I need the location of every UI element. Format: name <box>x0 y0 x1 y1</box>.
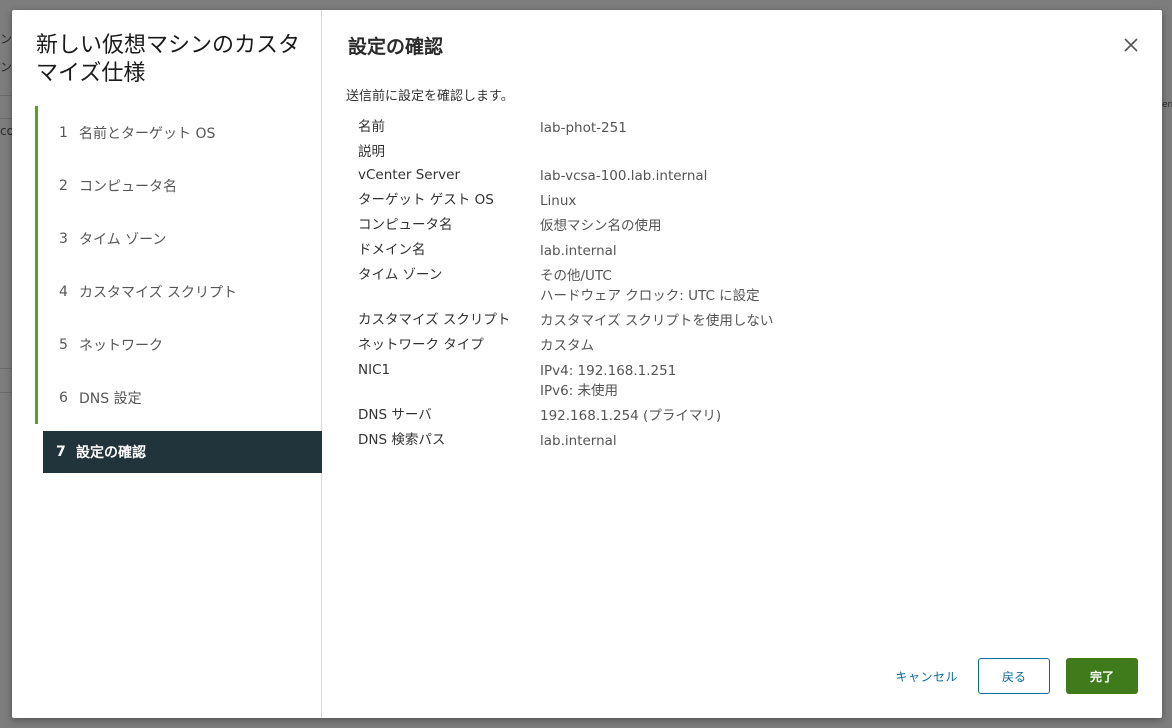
step-label: 名前とターゲット OS <box>79 125 216 142</box>
step-name-target-os[interactable]: 1 名前とターゲット OS <box>35 106 322 159</box>
dialog-footer: キャンセル 戻る 完了 <box>895 658 1138 694</box>
back-button[interactable]: 戻る <box>978 658 1050 694</box>
step-review-settings[interactable]: 7 設定の確認 <box>43 431 322 473</box>
summary-row-description: 説明 <box>358 143 1058 161</box>
summary-value: カスタム <box>540 336 1058 356</box>
value-line: IPv4: 192.168.1.251 <box>540 363 677 379</box>
background-fragment: ン <box>0 32 13 46</box>
summary-row-computer-name: コンピュータ名 仮想マシン名の使用 <box>358 216 1058 236</box>
value-line: Linux <box>540 193 577 209</box>
summary-value: IPv4: 192.168.1.251 IPv6: 未使用 <box>540 361 1058 401</box>
background-divider <box>0 95 12 96</box>
step-time-zone[interactable]: 3 タイム ゾーン <box>35 212 322 265</box>
summary-row-nic1: NIC1 IPv4: 192.168.1.251 IPv6: 未使用 <box>358 361 1058 401</box>
summary-value: カスタマイズ スクリプトを使用しない <box>540 311 1058 331</box>
summary-row-network-type: ネットワーク タイプ カスタム <box>358 336 1058 356</box>
summary-value: lab-phot-251 <box>540 118 1058 138</box>
summary-key: ネットワーク タイプ <box>358 337 484 353</box>
step-label: カスタマイズ スクリプト <box>79 284 238 301</box>
value-line: lab-vcsa-100.lab.internal <box>540 168 708 184</box>
step-number: 2 <box>59 177 68 194</box>
summary-row-name: 名前 lab-phot-251 <box>358 118 1058 138</box>
summary-value: Linux <box>540 191 1058 211</box>
value-line: その他/UTC <box>540 268 612 284</box>
step-number: 7 <box>56 444 66 460</box>
summary-row-script: カスタマイズ スクリプト カスタマイズ スクリプトを使用しない <box>358 311 1058 331</box>
summary-key: 名前 <box>358 119 385 135</box>
step-computer-name[interactable]: 2 コンピュータ名 <box>35 159 322 212</box>
step-number: 4 <box>59 283 68 300</box>
summary-key: コンピュータ名 <box>358 217 453 233</box>
step-number: 1 <box>59 124 68 141</box>
step-label: タイム ゾーン <box>79 231 167 248</box>
step-label: DNS 設定 <box>79 390 142 407</box>
value-line: カスタマイズ スクリプトを使用しない <box>540 313 774 329</box>
background-fragment: ン <box>0 60 13 74</box>
customization-wizard-dialog: 新しい仮想マシンのカスタマイズ仕様 1 名前とターゲット OS 2 コンピュータ… <box>12 10 1162 718</box>
value-line: ハードウェア クロック: UTC に設定 <box>540 288 760 304</box>
finish-button[interactable]: 完了 <box>1066 658 1138 694</box>
wizard-title: 新しい仮想マシンのカスタマイズ仕様 <box>36 33 301 86</box>
summary-key: 説明 <box>358 144 385 160</box>
step-network[interactable]: 5 ネットワーク <box>35 318 322 371</box>
background-divider <box>0 368 12 369</box>
summary-row-domain: ドメイン名 lab.internal <box>358 241 1058 261</box>
value-line: 仮想マシン名の使用 <box>540 218 662 234</box>
settings-summary: 名前 lab-phot-251 説明 vCenter Server lab-vc… <box>358 118 1058 456</box>
summary-row-dns-server: DNS サーバ 192.168.1.254 (プライマリ) <box>358 406 1058 426</box>
summary-row-guest-os: ターゲット ゲスト OS Linux <box>358 191 1058 211</box>
step-customization-script[interactable]: 4 カスタマイズ スクリプト <box>35 265 322 318</box>
value-line: lab.internal <box>540 243 617 259</box>
value-line: lab.internal <box>540 433 617 449</box>
summary-value: その他/UTC ハードウェア クロック: UTC に設定 <box>540 266 1058 306</box>
step-label: 設定の確認 <box>76 445 146 461</box>
step-number: 5 <box>59 336 68 353</box>
summary-key: ターゲット ゲスト OS <box>358 192 494 208</box>
summary-key: タイム ゾーン <box>358 267 443 283</box>
background-divider <box>0 118 12 119</box>
cancel-button[interactable]: キャンセル <box>895 668 958 685</box>
step-number: 6 <box>59 389 68 406</box>
review-panel: 設定の確認 送信前に設定を確認します。 名前 lab-phot-251 説明 v… <box>322 10 1162 718</box>
summary-row-dns-search-path: DNS 検索パス lab.internal <box>358 431 1058 451</box>
value-line: lab-phot-251 <box>540 120 627 136</box>
summary-value <box>540 143 1058 161</box>
summary-value: 仮想マシン名の使用 <box>540 216 1058 236</box>
step-list: 1 名前とターゲット OS 2 コンピュータ名 3 タイム ゾーン 4 カスタマ… <box>35 106 322 473</box>
page-title: 設定の確認 <box>348 36 444 58</box>
step-label: コンピュータ名 <box>79 178 177 195</box>
intro-text: 送信前に設定を確認します。 <box>346 89 514 104</box>
summary-value: lab-vcsa-100.lab.internal <box>540 166 1058 186</box>
summary-key: vCenter Server <box>358 167 460 183</box>
close-icon <box>1124 38 1138 52</box>
step-dns-settings[interactable]: 6 DNS 設定 <box>35 371 322 424</box>
value-line: IPv6: 未使用 <box>540 383 619 399</box>
summary-key: カスタマイズ スクリプト <box>358 312 511 328</box>
value-line: 192.168.1.254 (プライマリ) <box>540 408 722 424</box>
value-line: カスタム <box>540 338 594 354</box>
background-divider <box>0 392 12 393</box>
background-fragment: ent <box>1162 100 1172 110</box>
summary-key: ドメイン名 <box>358 242 426 258</box>
summary-key: NIC1 <box>358 362 391 378</box>
wizard-step-nav: 新しい仮想マシンのカスタマイズ仕様 1 名前とターゲット OS 2 コンピュータ… <box>12 10 322 718</box>
summary-value: 192.168.1.254 (プライマリ) <box>540 406 1058 426</box>
step-label: ネットワーク <box>79 337 163 354</box>
summary-row-vcenter: vCenter Server lab-vcsa-100.lab.internal <box>358 166 1058 186</box>
summary-value: lab.internal <box>540 431 1058 451</box>
summary-key: DNS 検索パス <box>358 432 446 448</box>
step-number: 3 <box>59 230 68 247</box>
summary-value: lab.internal <box>540 241 1058 261</box>
summary-row-time-zone: タイム ゾーン その他/UTC ハードウェア クロック: UTC に設定 <box>358 266 1058 306</box>
summary-key: DNS サーバ <box>358 407 432 423</box>
close-button[interactable] <box>1122 36 1140 54</box>
